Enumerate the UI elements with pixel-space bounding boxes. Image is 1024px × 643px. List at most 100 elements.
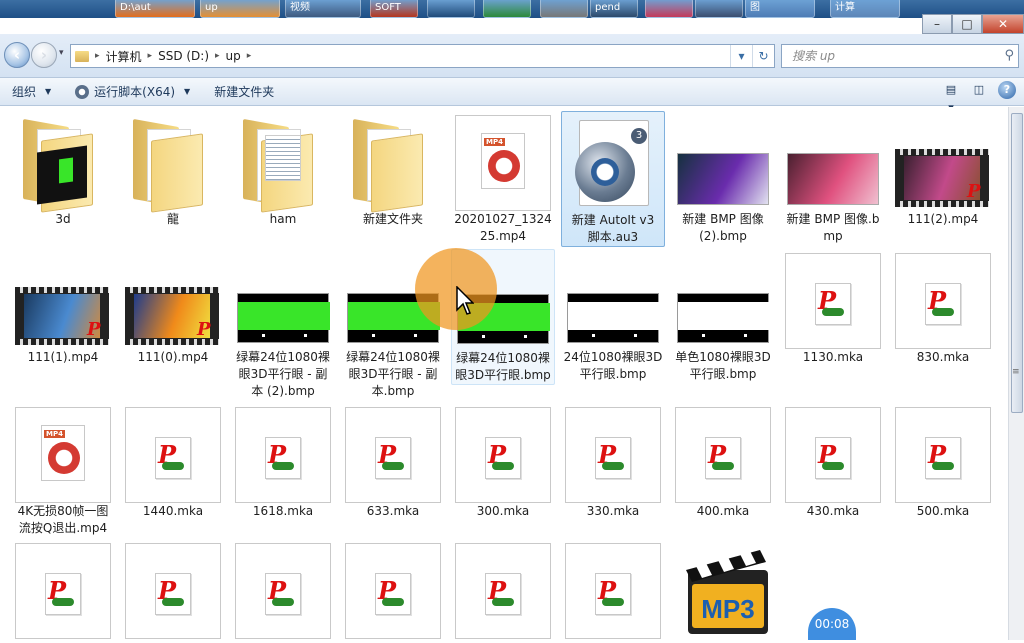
file-item[interactable]: 龍 <box>121 111 225 228</box>
mp3-file-icon[interactable]: MP3 <box>682 548 774 640</box>
file-item[interactable]: P 330.mka <box>561 403 665 520</box>
file-item[interactable]: P <box>231 539 335 639</box>
search-icon[interactable]: ⚲ <box>1004 45 1014 67</box>
maximize-button[interactable]: □ <box>952 14 982 34</box>
taskbar-button[interactable] <box>695 0 743 18</box>
taskbar-button[interactable]: up <box>200 0 280 18</box>
file-item[interactable]: 单色1080裸眼3D平行眼.bmp <box>671 249 775 383</box>
breadcrumb-folder[interactable]: up <box>226 49 241 63</box>
file-name-label: 500.mka <box>916 504 970 518</box>
organize-button[interactable]: 组织 ▼ <box>0 80 63 104</box>
taskbar-button[interactable]: 计算 <box>830 0 900 18</box>
refresh-icon[interactable]: ↻ <box>752 45 774 67</box>
audio-file-icon: P <box>785 407 881 503</box>
file-item[interactable]: MP4 4K无损80帧一图流按Q退出.mp4 <box>11 403 115 537</box>
history-dropdown-icon[interactable]: ▾ <box>59 48 64 58</box>
file-item[interactable]: P 1440.mka <box>121 403 225 520</box>
taskbar-button[interactable]: D:\aut <box>115 0 195 18</box>
file-name-label: 新建 AutoIt v3 脚本.au3 <box>571 213 655 244</box>
file-name-label: 24位1080裸眼3D平行眼.bmp <box>563 350 663 381</box>
run-script-button[interactable]: 运行脚本(X64) ▼ <box>63 80 202 104</box>
folder-icon <box>345 115 441 213</box>
file-item[interactable]: P <box>451 539 555 639</box>
file-item[interactable]: P <box>121 539 225 639</box>
file-item[interactable]: P 430.mka <box>781 403 885 520</box>
taskbar-button[interactable] <box>427 0 475 18</box>
vertical-scrollbar[interactable]: ≡ <box>1008 107 1024 640</box>
file-name-label: 330.mka <box>586 504 640 518</box>
file-item[interactable]: P 111(1).mp4 <box>11 249 115 366</box>
audio-file-icon: P <box>565 407 661 503</box>
back-button[interactable]: ‹ <box>4 42 30 68</box>
image-thumbnail <box>675 115 771 211</box>
taskbar-button[interactable] <box>645 0 693 18</box>
file-item[interactable]: 3 新建 AutoIt v3 脚本.au3 <box>561 111 665 247</box>
folder-icon <box>15 115 111 213</box>
file-name-label: 633.mka <box>366 504 420 518</box>
file-item[interactable]: ham <box>231 111 335 228</box>
file-item[interactable]: 新建 BMP 图像 (2).bmp <box>671 111 775 245</box>
taskbar-label: D:\aut <box>120 2 151 13</box>
file-item[interactable]: MP4 20201027_132425.mp4 <box>451 111 555 245</box>
chevron-right-icon[interactable]: ▸ <box>247 51 252 61</box>
file-item[interactable]: P 111(0).mp4 <box>121 249 225 366</box>
file-item[interactable]: 3d <box>11 111 115 228</box>
taskbar-button[interactable]: 视频 <box>285 0 361 18</box>
file-name-label: 300.mka <box>476 504 530 518</box>
file-item[interactable]: 新建 BMP 图像.bmp <box>781 111 885 245</box>
file-item[interactable]: P 111(2).mp4 <box>891 111 995 228</box>
file-item[interactable]: P 830.mka <box>891 249 995 366</box>
audio-file-icon: P <box>15 543 111 639</box>
file-item[interactable]: P <box>561 539 665 639</box>
taskbar-button[interactable]: 图 <box>745 0 815 18</box>
chevron-right-icon[interactable]: ▸ <box>215 51 220 61</box>
new-folder-label: 新建文件夹 <box>214 85 275 99</box>
video-thumbnail: P <box>895 115 991 211</box>
new-folder-button[interactable]: 新建文件夹 <box>202 80 286 104</box>
address-dropdown-icon[interactable]: ▾ <box>730 45 752 67</box>
search-input[interactable]: 搜索 up ⚲ <box>781 44 1019 68</box>
file-item[interactable]: P 633.mka <box>341 403 445 520</box>
video-file-icon: MP4 <box>15 407 111 503</box>
file-item[interactable]: 绿幕24位1080裸眼3D平行眼.bmp <box>451 249 555 385</box>
file-name-label: 1440.mka <box>142 504 204 518</box>
taskbar-button[interactable]: SOFT <box>370 0 418 18</box>
audio-file-icon: P <box>235 407 331 503</box>
taskbar-button[interactable] <box>483 0 531 18</box>
file-item[interactable]: 24位1080裸眼3D平行眼.bmp <box>561 249 665 383</box>
taskbar-button[interactable] <box>540 0 588 18</box>
file-item[interactable]: P 1618.mka <box>231 403 335 520</box>
chevron-right-icon[interactable]: ▸ <box>95 51 100 61</box>
file-item[interactable]: P 400.mka <box>671 403 775 520</box>
video-thumbnail: P <box>125 253 221 349</box>
file-item[interactable]: 绿幕24位1080裸眼3D平行眼 - 副本.bmp <box>341 249 445 400</box>
taskbar-label: 图 <box>750 2 760 13</box>
file-name-label: 绿幕24位1080裸眼3D平行眼 - 副本 (2).bmp <box>236 350 330 398</box>
file-item[interactable]: 绿幕24位1080裸眼3D平行眼 - 副本 (2).bmp <box>231 249 335 400</box>
audio-file-icon: P <box>895 407 991 503</box>
breadcrumb-computer[interactable]: 计算机 <box>106 48 142 65</box>
file-item[interactable]: P 500.mka <box>891 403 995 520</box>
file-item[interactable]: P <box>11 539 115 639</box>
view-options-icon[interactable]: ▤ ▾ <box>942 81 960 114</box>
file-item[interactable]: 新建文件夹 <box>341 111 445 228</box>
audio-file-icon: P <box>455 543 551 639</box>
address-bar[interactable]: ▸ 计算机 ▸ SSD (D:) ▸ up ▸ ▾ ↻ <box>70 44 775 68</box>
file-item[interactable]: P 300.mka <box>451 403 555 520</box>
preview-pane-icon[interactable]: ◫ <box>970 81 988 99</box>
close-button[interactable]: ✕ <box>982 14 1024 34</box>
file-name-label: 20201027_132425.mp4 <box>454 212 552 243</box>
audio-file-icon: P <box>345 543 441 639</box>
chevron-right-icon[interactable]: ▸ <box>148 51 153 61</box>
command-bar: 组织 ▼ 运行脚本(X64) ▼ 新建文件夹 ▤ ▾ ◫ ? <box>0 78 1024 114</box>
file-name-label: 111(1).mp4 <box>27 350 99 364</box>
file-item[interactable]: P 1130.mka <box>781 249 885 366</box>
file-item[interactable]: P <box>341 539 445 639</box>
help-icon[interactable]: ? <box>998 81 1016 99</box>
minimize-button[interactable]: – <box>922 14 952 34</box>
video-file-icon: MP4 <box>455 115 551 211</box>
forward-button[interactable]: › <box>31 42 57 68</box>
taskbar-button[interactable]: pend <box>590 0 638 18</box>
breadcrumb-drive[interactable]: SSD (D:) <box>158 49 209 63</box>
audio-file-icon: P <box>235 543 331 639</box>
